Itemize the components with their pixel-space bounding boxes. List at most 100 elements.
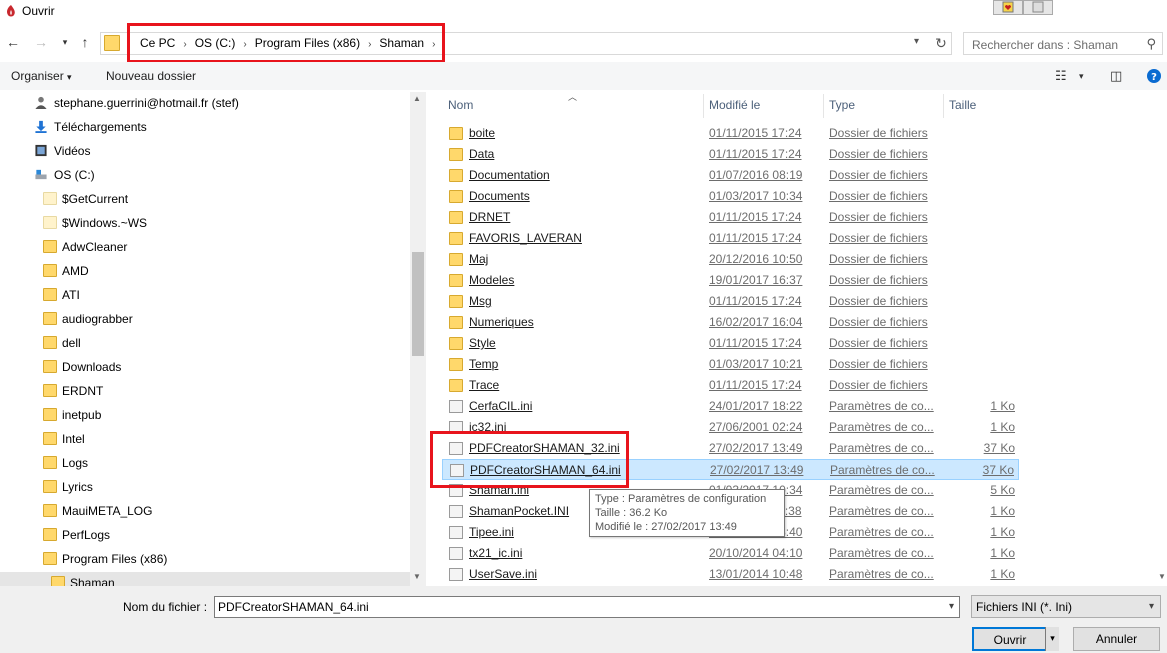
filename-input[interactable]: PDFCreatorSHAMAN_64.ini ▾ [214,596,960,618]
nav-item-folder[interactable]: AdwCleaner [0,236,410,258]
nav-item-folder[interactable]: AMD [0,260,410,282]
filename-chevron-down-icon[interactable]: ▾ [949,601,954,612]
list-item[interactable]: boite 01/11/2015 17:24 Dossier de fichiers [442,123,1019,144]
new-folder-button[interactable]: Nouveau dossier [106,69,196,83]
column-header-size[interactable]: Taille [949,98,976,112]
scroll-down-icon[interactable]: ▼ [1158,572,1166,581]
breadcrumb-os-c[interactable]: OS (C:) [195,36,236,50]
file-type: Dossier de fichiers [829,294,928,308]
view-chevron-down-icon[interactable]: ▾ [1079,71,1084,82]
file-type: Dossier de fichiers [829,147,928,161]
nav-item-downloads-library[interactable]: Téléchargements [0,116,410,138]
nav-item-folder[interactable]: Downloads [0,356,410,378]
breadcrumb-program-files[interactable]: Program Files (x86) [255,36,360,50]
up-arrow-icon[interactable]: ↑ [76,34,94,50]
nav-item-folder[interactable]: $Windows.~WS [0,212,410,234]
nav-scrollbar-thumb[interactable] [412,252,424,356]
preview-pane-icon[interactable]: ◫ [1110,68,1122,84]
back-arrow-icon[interactable]: ← [4,34,22,50]
list-item[interactable]: Maj 20/12/2016 10:50 Dossier de fichiers [442,249,1019,270]
file-name: FAVORIS_LAVERAN [469,231,582,245]
column-header-modified[interactable]: Modifié le [709,98,760,112]
nav-item-videos[interactable]: Vidéos [0,140,410,162]
nav-item-folder[interactable]: Lyrics [0,476,410,498]
partially-hidden-row [442,113,1019,120]
filetype-select[interactable]: Fichiers INI (*. Ini) ▾ [971,595,1161,618]
nav-item-label: AdwCleaner [62,240,128,254]
scroll-down-icon[interactable]: ▼ [413,572,421,581]
file-info-tooltip: Type : Paramètres de configuration Taill… [589,489,785,537]
breadcrumb-shaman[interactable]: Shaman [379,36,424,50]
tooltip-modified: Modifié le : 27/02/2017 13:49 [595,521,737,533]
cancel-button[interactable]: Annuler [1073,627,1160,651]
file-name: Tipee.ini [469,525,514,539]
file-name: boite [469,126,496,140]
list-item[interactable]: Documentation 01/07/2016 08:19 Dossier de … [442,165,1019,186]
nav-item-label: inetpub [62,408,102,422]
file-type: Dossier de fichiers [829,273,928,287]
nav-item-os-c[interactable]: OS (C:) [0,164,410,186]
nav-item-folder[interactable]: audiograbber [0,308,410,330]
nav-item-folder[interactable]: Intel [0,428,410,450]
nav-item-label: Downloads [62,360,122,374]
list-item[interactable]: Temp 01/03/2017 10:21 Dossier de fichiers [442,354,1019,375]
list-item[interactable]: CerfaCIL.ini 24/01/2017 18:22 Paramètres d… [442,396,1019,417]
list-item[interactable]: Documents 01/03/2017 10:34 Dossier de fich… [442,186,1019,207]
help-icon[interactable]: ? [1146,68,1162,87]
recent-locations-chevron-icon[interactable]: ▾ [56,37,74,48]
file-type: Dossier de fichiers [829,231,928,245]
address-dropdown-chevron-icon[interactable]: ▾ [914,36,919,47]
breadcrumb-separator-icon[interactable]: › [432,39,435,50]
nav-item-program-files-x86[interactable]: Program Files (x86) [0,548,410,570]
breadcrumb-separator-icon[interactable]: › [368,39,371,50]
heart-tray-icon[interactable] [993,0,1023,15]
scroll-up-icon[interactable]: ▲ [413,94,421,103]
list-item[interactable]: DRNET 01/11/2015 17:24 Dossier de fichiers [442,207,1019,228]
list-item[interactable]: tx21_ic.ini 20/10/2014 04:10 Paramètres de… [442,543,1019,564]
nav-item-folder[interactable]: PerfLogs [0,524,410,546]
list-item[interactable]: Modeles 19/01/2017 16:37 Dossier de fichie… [442,270,1019,291]
refresh-icon[interactable]: ↻ [931,32,951,55]
breadcrumb-separator-icon[interactable]: › [183,39,186,50]
nav-item-folder[interactable]: MauiMETA_LOG [0,500,410,522]
nav-scrollbar[interactable]: ▲ ▼ [410,92,426,586]
nav-item-label: Shaman [70,576,115,586]
settings-file-icon [449,400,463,413]
nav-item-folder[interactable]: Logs [0,452,410,474]
column-header-name[interactable]: Nom [448,98,473,112]
folder-icon [449,316,463,329]
nav-item-user-account[interactable]: stephane.guerrini@hotmail.fr (stef) [0,92,410,114]
organize-button[interactable]: Organiser ▾ [11,69,72,83]
nav-item-shaman[interactable]: Shaman [0,572,410,586]
file-type: Dossier de fichiers [829,315,928,329]
nav-item-folder[interactable]: dell [0,332,410,354]
column-header-type[interactable]: Type [829,98,855,112]
list-item[interactable]: Msg 01/11/2015 17:24 Dossier de fichiers [442,291,1019,312]
list-item[interactable]: Numeriques 16/02/2017 16:04 Dossier de fic… [442,312,1019,333]
file-list-scrollbar[interactable]: ▼ [1157,92,1167,586]
list-item[interactable]: FAVORIS_LAVERAN 01/11/2015 17:24 Dossier d… [442,228,1019,249]
nav-item-folder[interactable]: ERDNT [0,380,410,402]
file-name: UserSave.ini [469,567,538,581]
breadcrumb-ce-pc[interactable]: Ce PC [140,36,175,50]
list-item[interactable]: Style 01/11/2015 17:24 Dossier de fichiers [442,333,1019,354]
search-input[interactable]: Rechercher dans : Shaman ⚲ [963,32,1163,55]
view-options-icon[interactable]: ☷ [1055,68,1067,84]
door-tray-icon[interactable] [1023,0,1053,15]
nav-item-label: Logs [62,456,89,470]
nav-item-folder[interactable]: ATI [0,284,410,306]
search-icon[interactable]: ⚲ [1146,36,1156,52]
forward-arrow-icon[interactable]: → [32,34,50,50]
breadcrumb-separator-icon[interactable]: › [243,39,246,50]
list-item[interactable]: UserSave.ini 13/01/2014 10:48 Paramètres d… [442,564,1019,585]
file-date: 01/11/2015 17:24 [709,336,802,350]
file-name: Documentation [469,168,550,182]
nav-item-folder[interactable]: inetpub [0,404,410,426]
open-options-chevron-down-icon[interactable]: ▾ [1045,627,1059,651]
breadcrumb: Ce PC › OS (C:) › Program Files (x86) › Shaman… [140,36,443,50]
folder-icon [43,432,57,445]
folder-icon [449,253,463,266]
nav-item-folder[interactable]: $GetCurrent [0,188,410,210]
list-item[interactable]: Data 01/11/2015 17:24 Dossier de fichiers [442,144,1019,165]
list-item[interactable]: Trace 01/11/2015 17:24 Dossier de fichiers [442,375,1019,396]
